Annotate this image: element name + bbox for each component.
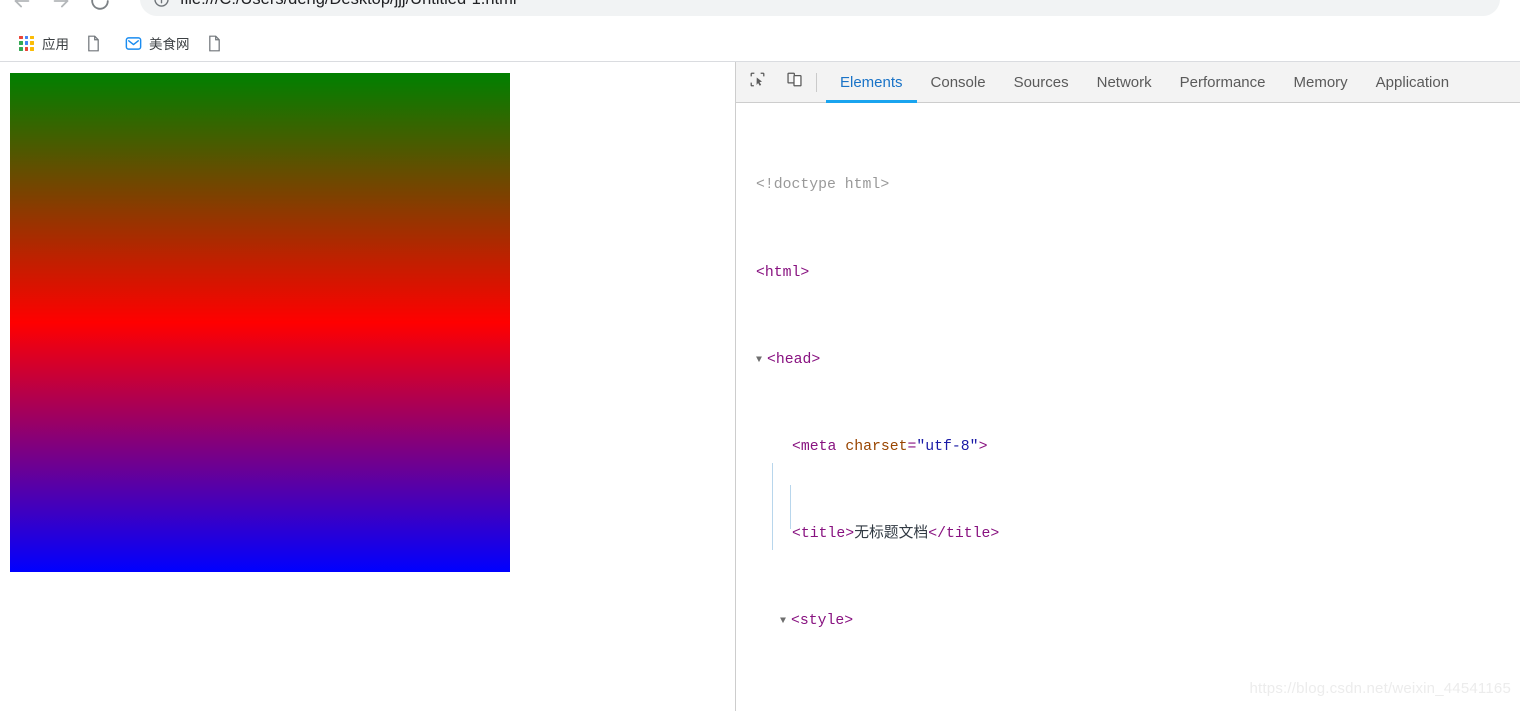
style-open-tag: <style> [791, 613, 854, 630]
doctype-text: <!doctype html> [756, 177, 890, 194]
tab-network[interactable]: Network [1083, 62, 1166, 103]
tab-elements[interactable]: Elements [826, 62, 917, 103]
meta-attr-value: utf-8 [925, 438, 970, 455]
devtools-panel: Elements Console Sources Network Perform… [735, 62, 1520, 711]
bookmark-meishiwang[interactable]: 美食网 [119, 30, 196, 56]
html-open-tag: <html> [756, 264, 810, 281]
tab-performance-label: Performance [1179, 73, 1266, 91]
tab-console[interactable]: Console [917, 62, 1000, 103]
watermark: https://blog.csdn.net/weixin_44541165 [1249, 680, 1511, 697]
bookmark-meishiwang-label: 美食网 [149, 37, 190, 52]
tab-elements-label: Elements [840, 73, 903, 91]
toolbar-divider [816, 72, 817, 92]
indent-guide-body [772, 463, 773, 550]
dom-line-html-open[interactable]: <html> [736, 263, 1520, 285]
gradient-box [10, 73, 510, 572]
indent-guide-div [790, 485, 791, 529]
reload-icon [89, 0, 111, 12]
bookmark-apps-label: 应用 [42, 37, 69, 52]
dom-line-style-open[interactable]: ▼ <style> [736, 611, 1520, 633]
devtools-toolbar: Elements Console Sources Network Perform… [736, 62, 1520, 103]
forward-button[interactable] [44, 0, 78, 18]
blank-page-icon [85, 35, 102, 52]
tab-sources-label: Sources [1013, 73, 1069, 91]
title-close-tag-name: title [945, 526, 991, 543]
dom-line-head-open[interactable]: ▼ <head> [736, 350, 1520, 372]
tab-application[interactable]: Application [1362, 62, 1463, 103]
page-viewport [0, 62, 735, 711]
bookmark-blank-1[interactable] [79, 30, 115, 56]
arrow-right-icon [50, 0, 72, 12]
meta-tag-name: meta [800, 438, 837, 455]
info-circle-icon[interactable] [150, 0, 172, 10]
omnibox-row: file:///C:/Users/deng/Desktop/jjj/Untitl… [0, 0, 1520, 22]
blank-page-icon [206, 35, 223, 52]
tab-application-label: Application [1375, 73, 1450, 91]
tab-sources[interactable]: Sources [1000, 62, 1083, 103]
chevron-down-icon[interactable]: ▼ [756, 350, 767, 372]
dom-line-meta[interactable]: <meta charset="utf-8"> [736, 437, 1520, 459]
head-open-tag: <head> [767, 351, 821, 368]
device-toolbar-icon [786, 71, 803, 93]
dom-line-title[interactable]: <title>无标题文档</title> [736, 524, 1520, 546]
back-button[interactable] [5, 0, 39, 18]
dom-line-doctype[interactable]: <!doctype html> [736, 175, 1520, 197]
bookmarks-bar: 应用 美食网 [0, 28, 1520, 58]
apps-grid-icon [18, 35, 35, 52]
address-bar-url: file:///C:/Users/deng/Desktop/jjj/Untitl… [180, 0, 517, 9]
tab-memory[interactable]: Memory [1280, 62, 1362, 103]
address-bar[interactable]: file:///C:/Users/deng/Desktop/jjj/Untitl… [140, 0, 1500, 16]
device-toolbar-button[interactable] [779, 67, 810, 98]
tab-network-label: Network [1096, 73, 1152, 91]
title-text: 无标题文档 [854, 526, 929, 543]
tab-console-label: Console [930, 73, 986, 91]
envelope-icon [125, 35, 142, 52]
bookmark-apps[interactable]: 应用 [12, 30, 75, 56]
arrow-left-icon [11, 0, 33, 12]
inspect-element-button[interactable] [742, 67, 773, 98]
gradient-box-inner [10, 73, 510, 572]
chevron-down-icon[interactable]: ▼ [780, 611, 791, 633]
dom-tree: <!doctype html> <html> ▼ <head> <meta cha… [736, 103, 1520, 711]
meta-attr-name: charset [845, 438, 908, 455]
bookmark-blank-2[interactable] [200, 30, 236, 56]
tab-performance[interactable]: Performance [1166, 62, 1280, 103]
title-tag-name: title [800, 526, 846, 543]
inspect-element-icon [749, 71, 766, 93]
reload-button[interactable] [83, 0, 117, 18]
tab-memory-label: Memory [1293, 73, 1348, 91]
browser-chrome: file:///C:/Users/deng/Desktop/jjj/Untitl… [0, 0, 1520, 62]
